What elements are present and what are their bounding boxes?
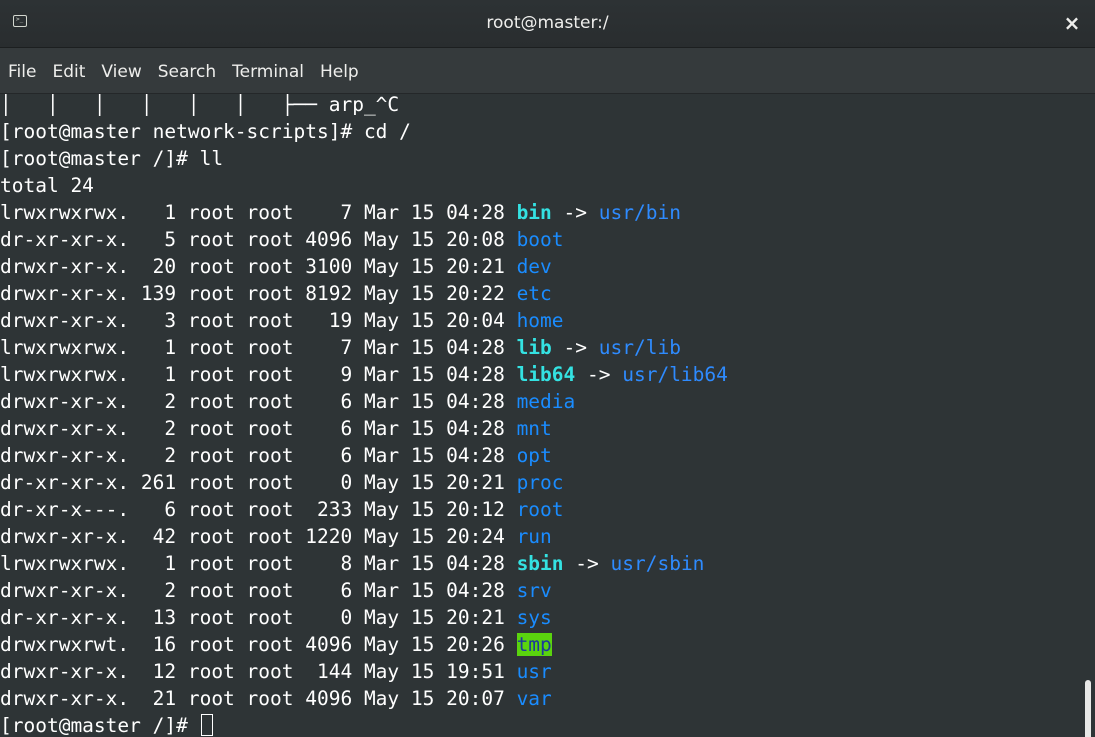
entry-name: srv [516, 579, 552, 602]
entry-name: sbin [516, 552, 564, 575]
entry-name: mnt [516, 417, 552, 440]
listing-row: drwxr-xr-x. 3 root root 19 May 15 20:04 … [0, 307, 564, 334]
listing-row: dr-xr-xr-x. 5 root root 4096 May 15 20:0… [0, 226, 564, 253]
menu-edit[interactable]: Edit [44, 49, 93, 93]
entry-metadata: lrwxrwxrwx. 1 root root 8 Mar 15 04:28 [0, 552, 517, 575]
menu-bar: File Edit View Search Terminal Help [0, 48, 1095, 94]
entry-metadata: lrwxrwxrwx. 1 root root 7 Mar 15 04:28 [0, 201, 517, 224]
entry-name: usr [516, 660, 552, 683]
title-bar[interactable]: >_ root@master:/ × [0, 0, 1095, 48]
entry-metadata: drwxr-xr-x. 139 root root 8192 May 15 20… [0, 282, 517, 305]
link-target: usr/lib64 [622, 363, 728, 386]
link-arrow: -> [563, 552, 611, 575]
listing-row: lrwxrwxrwx. 1 root root 8 Mar 15 04:28 s… [0, 550, 704, 577]
prompt-line[interactable]: [root@master /]# [0, 712, 213, 737]
entry-metadata: drwxr-xr-x. 2 root root 6 Mar 15 04:28 [0, 390, 517, 413]
menu-help[interactable]: Help [312, 49, 367, 93]
entry-metadata: drwxr-xr-x. 21 root root 4096 May 15 20:… [0, 687, 517, 710]
listing-row: dr-xr-x---. 6 root root 233 May 15 20:12… [0, 496, 564, 523]
listing-row: dr-xr-xr-x. 13 root root 0 May 15 20:21 … [0, 604, 552, 631]
command-cd-line: [root@master network-scripts]# cd / [0, 120, 411, 143]
entry-name: opt [516, 444, 552, 467]
scrollbar[interactable] [1079, 94, 1095, 737]
link-target: usr/lib [598, 336, 681, 359]
menu-view[interactable]: View [93, 49, 149, 93]
listing-row: dr-xr-xr-x. 261 root root 0 May 15 20:21… [0, 469, 564, 496]
window-title: root@master:/ [486, 13, 609, 33]
tree-output-line: │ │ │ │ │ │ ├── arp_^C [0, 94, 400, 116]
scrollbar-thumb[interactable] [1085, 680, 1091, 737]
entry-name: bin [516, 201, 552, 224]
listing-row: lrwxrwxrwx. 1 root root 9 Mar 15 04:28 l… [0, 361, 728, 388]
entry-name: root [516, 498, 564, 521]
entry-name: dev [516, 255, 552, 278]
entry-metadata: dr-xr-xr-x. 5 root root 4096 May 15 20:0… [0, 228, 517, 251]
link-arrow: -> [575, 363, 623, 386]
entry-name: sys [516, 606, 552, 629]
listing-row: drwxr-xr-x. 2 root root 6 Mar 15 04:28 o… [0, 442, 552, 469]
link-target: usr/bin [598, 201, 681, 224]
link-arrow: -> [551, 336, 599, 359]
entry-metadata: drwxr-xr-x. 20 root root 3100 May 15 20:… [0, 255, 517, 278]
close-button[interactable]: × [1057, 8, 1087, 38]
entry-metadata: drwxr-xr-x. 12 root root 144 May 15 19:5… [0, 660, 517, 683]
entry-name: var [516, 687, 552, 710]
prompt-text: [root@master /]# [0, 714, 200, 737]
listing-row: drwxr-xr-x. 139 root root 8192 May 15 20… [0, 280, 552, 307]
entry-metadata: drwxr-xr-x. 2 root root 6 Mar 15 04:28 [0, 444, 517, 467]
command-ll-line: [root@master /]# ll [0, 147, 224, 170]
entry-metadata: dr-xr-xr-x. 13 root root 0 May 15 20:21 [0, 606, 517, 629]
link-target: usr/sbin [610, 552, 705, 575]
entry-name: lib64 [516, 363, 576, 386]
entry-name: proc [516, 471, 564, 494]
entry-name: home [516, 309, 564, 332]
listing-row: drwxr-xr-x. 21 root root 4096 May 15 20:… [0, 685, 552, 712]
link-arrow: -> [551, 201, 599, 224]
listing-row: drwxr-xr-x. 2 root root 6 Mar 15 04:28 s… [0, 577, 552, 604]
entry-metadata: drwxr-xr-x. 3 root root 19 May 15 20:04 [0, 309, 517, 332]
entry-name: run [516, 525, 552, 548]
entry-metadata: lrwxrwxrwx. 1 root root 7 Mar 15 04:28 [0, 336, 517, 359]
entry-metadata: lrwxrwxrwx. 1 root root 9 Mar 15 04:28 [0, 363, 517, 386]
entry-metadata: drwxr-xr-x. 42 root root 1220 May 15 20:… [0, 525, 517, 548]
listing-row: drwxr-xr-x. 2 root root 6 Mar 15 04:28 m… [0, 388, 575, 415]
entry-name: boot [516, 228, 564, 251]
terminal-output[interactable]: │ │ │ │ │ │ ├── arp_^C [root@master netw… [0, 94, 1079, 737]
listing-row: drwxr-xr-x. 12 root root 144 May 15 19:5… [0, 658, 552, 685]
listing-row: drwxr-xr-x. 2 root root 6 Mar 15 04:28 m… [0, 415, 552, 442]
entry-name: tmp [516, 633, 552, 656]
listing-row: drwxrwxrwt. 16 root root 4096 May 15 20:… [0, 631, 552, 658]
text-cursor [200, 714, 213, 736]
entry-name: etc [516, 282, 552, 305]
entry-metadata: dr-xr-x---. 6 root root 233 May 15 20:12 [0, 498, 517, 521]
entry-metadata: drwxr-xr-x. 2 root root 6 Mar 15 04:28 [0, 579, 517, 602]
listing-row: lrwxrwxrwx. 1 root root 7 Mar 15 04:28 l… [0, 334, 681, 361]
entry-metadata: dr-xr-xr-x. 261 root root 0 May 15 20:21 [0, 471, 517, 494]
menu-search[interactable]: Search [150, 49, 224, 93]
entry-name: media [516, 390, 576, 413]
listing-row: lrwxrwxrwx. 1 root root 7 Mar 15 04:28 b… [0, 199, 681, 226]
terminal-window: >_ root@master:/ × File Edit View Search… [0, 0, 1095, 737]
total-line: total 24 [0, 174, 94, 197]
entry-name: lib [516, 336, 552, 359]
menu-file[interactable]: File [0, 49, 44, 93]
entry-metadata: drwxrwxrwt. 16 root root 4096 May 15 20:… [0, 633, 517, 656]
entry-metadata: drwxr-xr-x. 2 root root 6 Mar 15 04:28 [0, 417, 517, 440]
listing-row: drwxr-xr-x. 42 root root 1220 May 15 20:… [0, 523, 552, 550]
listing-row: drwxr-xr-x. 20 root root 3100 May 15 20:… [0, 253, 552, 280]
menu-terminal[interactable]: Terminal [224, 49, 312, 93]
